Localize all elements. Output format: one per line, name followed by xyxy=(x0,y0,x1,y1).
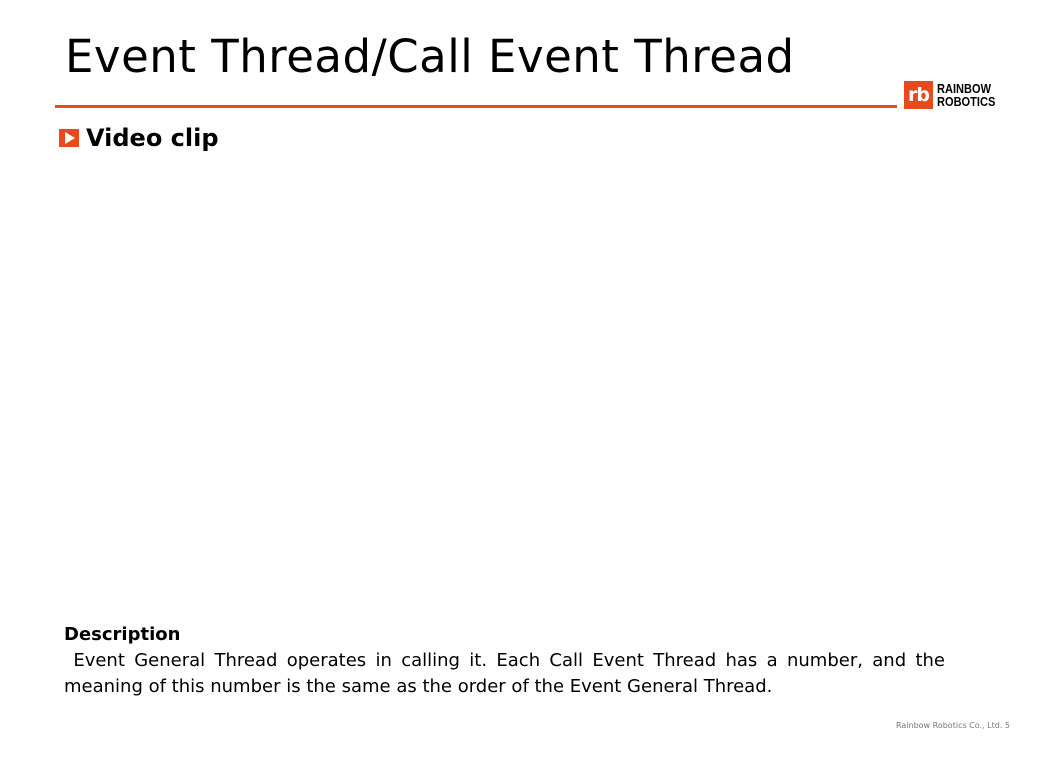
page-title: Event Thread/Call Event Thread xyxy=(65,30,795,83)
logo-mark-icon: rb xyxy=(904,81,933,109)
description-heading: Description xyxy=(64,624,181,645)
rainbow-robotics-logo: rb RAINBOW ROBOTICS xyxy=(904,81,1006,109)
footer: Rainbow Robotics Co., Ltd. 5 xyxy=(896,721,1010,730)
description: Description Event General Thread operate… xyxy=(64,622,945,700)
title-divider xyxy=(55,105,897,108)
logo-text: RAINBOW ROBOTICS xyxy=(937,81,996,109)
section-header: Video clip xyxy=(59,124,219,152)
play-icon xyxy=(59,129,79,147)
description-body: Event General Thread operates in calling… xyxy=(64,650,951,697)
section-label: Video clip xyxy=(86,124,219,152)
